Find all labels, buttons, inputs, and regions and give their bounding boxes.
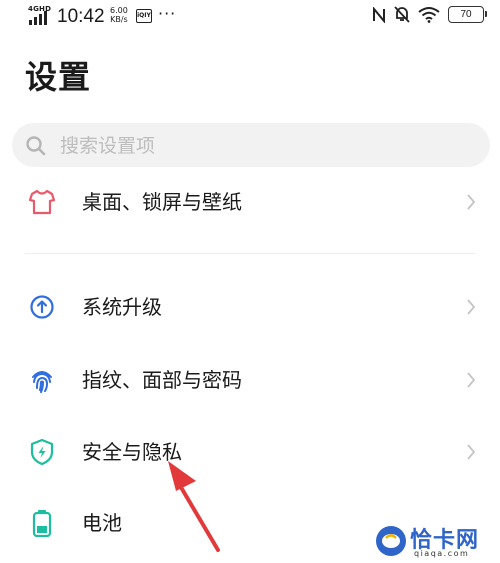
status-icons: 70 — [372, 6, 487, 23]
mute-bell-icon — [394, 6, 410, 23]
chevron-right-icon — [467, 444, 476, 460]
watermark: 恰卡网 qiaqa.com — [368, 522, 500, 563]
status-bar: 4GHD 10:42 6.00 KB/s iQIY ··· 70 — [0, 0, 500, 36]
annotation-arrow — [168, 461, 220, 552]
chevron-right-icon — [467, 194, 476, 210]
signal-icon — [29, 11, 47, 25]
upgrade-arrow-icon — [30, 295, 54, 319]
network-speed-value: 6.00 — [110, 6, 128, 15]
wifi-icon — [418, 7, 440, 23]
settings-item-label: 系统升级 — [82, 295, 162, 319]
network-speed-unit: KB/s — [110, 15, 128, 24]
chevron-right-icon — [467, 299, 476, 315]
search-bar[interactable] — [12, 123, 490, 169]
fingerprint-icon — [32, 371, 52, 393]
page-title: 设置 — [25, 58, 92, 96]
watermark-logo — [376, 526, 406, 556]
watermark-domain: qiaqa.com — [414, 549, 470, 558]
nfc-icon — [373, 6, 385, 23]
battery-icon — [32, 510, 52, 537]
settings-item-label: 指纹、面部与密码 — [82, 368, 242, 392]
battery-indicator: 70 — [448, 6, 487, 23]
more-notifications-icon: ··· — [158, 4, 177, 23]
settings-item-label: 桌面、锁屏与壁纸 — [82, 190, 242, 214]
settings-item-label: 电池 — [82, 511, 122, 535]
settings-item-fingerprint[interactable]: 指纹、面部与密码 — [0, 350, 500, 410]
settings-item-wallpaper[interactable]: 桌面、锁屏与壁纸 — [0, 172, 500, 232]
clock: 10:42 — [57, 6, 105, 27]
settings-item-system-upgrade[interactable]: 系统升级 — [0, 277, 500, 337]
divider — [25, 253, 475, 254]
network-speed: 6.00 KB/s — [110, 6, 128, 24]
chevron-right-icon — [467, 372, 476, 388]
shield-icon — [30, 438, 54, 466]
tshirt-icon — [29, 189, 55, 215]
search-icon — [26, 136, 46, 156]
app-notification-icon: iQIY — [136, 9, 152, 23]
search-input[interactable] — [58, 123, 482, 169]
settings-item-security-privacy[interactable]: 安全与隐私 — [0, 422, 500, 482]
